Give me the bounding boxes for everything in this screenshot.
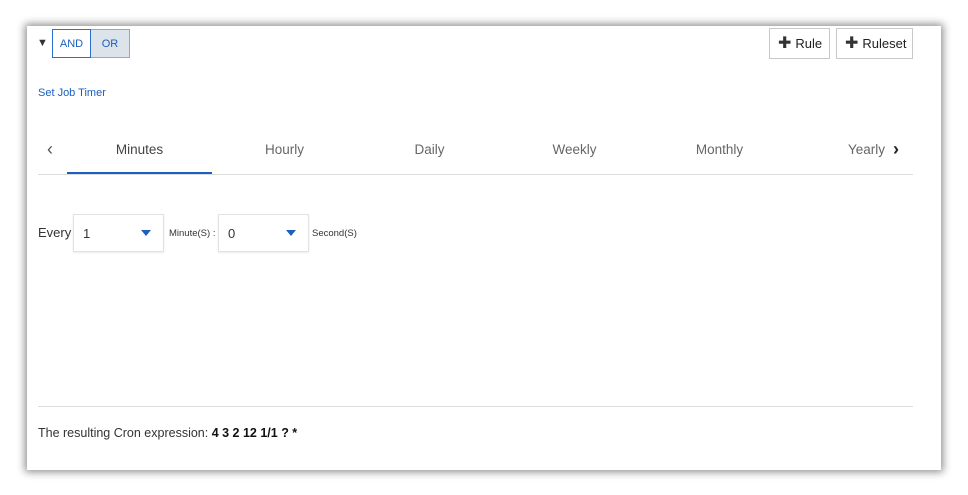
plus-icon: ✚ (845, 34, 859, 52)
every-label: Every (38, 225, 72, 240)
minutes-value: 1 (83, 225, 91, 241)
cron-expression: 4 3 2 12 1/1 ? * (211, 426, 298, 440)
chevron-left-icon[interactable]: ‹ (47, 139, 53, 160)
query-builder-panel (27, 26, 941, 470)
tab-hourly[interactable]: Hourly (212, 127, 357, 172)
tab-daily[interactable]: Daily (357, 127, 502, 172)
minutes-unit-label: Minute(S) : (169, 228, 216, 239)
seconds-select[interactable]: 0 (218, 214, 309, 252)
add-rule-label: Rule (795, 36, 823, 51)
tab-monthly[interactable]: Monthly (647, 127, 792, 172)
cron-prefix: The resulting Cron expression: (38, 426, 212, 440)
and-button[interactable]: AND (52, 29, 91, 58)
chevron-right-icon[interactable]: › (893, 139, 899, 160)
add-ruleset-label: Ruleset (862, 36, 907, 51)
divider (38, 406, 913, 407)
collapse-caret-icon[interactable]: ▼ (37, 37, 48, 49)
schedule-tabs: ‹ Minutes Hourly Daily Weekly Monthly Ye… (38, 127, 913, 175)
minutes-select[interactable]: 1 (73, 214, 164, 252)
plus-icon: ✚ (778, 34, 792, 52)
add-rule-button[interactable]: ✚ Rule (769, 28, 830, 59)
logic-toggle: AND OR (52, 29, 130, 58)
cron-result: The resulting Cron expression: 4 3 2 12 … (38, 426, 297, 440)
set-job-timer-link[interactable]: Set Job Timer (38, 87, 106, 99)
tab-weekly[interactable]: Weekly (502, 127, 647, 172)
dropdown-arrow-icon (141, 230, 151, 236)
seconds-value: 0 (228, 225, 236, 241)
add-ruleset-button[interactable]: ✚ Ruleset (836, 28, 913, 59)
tab-minutes[interactable]: Minutes (67, 127, 212, 174)
tab-yearly[interactable]: Yearly (792, 127, 892, 172)
seconds-unit-label: Second(S) (312, 228, 357, 239)
dropdown-arrow-icon (286, 230, 296, 236)
or-button[interactable]: OR (91, 30, 129, 57)
